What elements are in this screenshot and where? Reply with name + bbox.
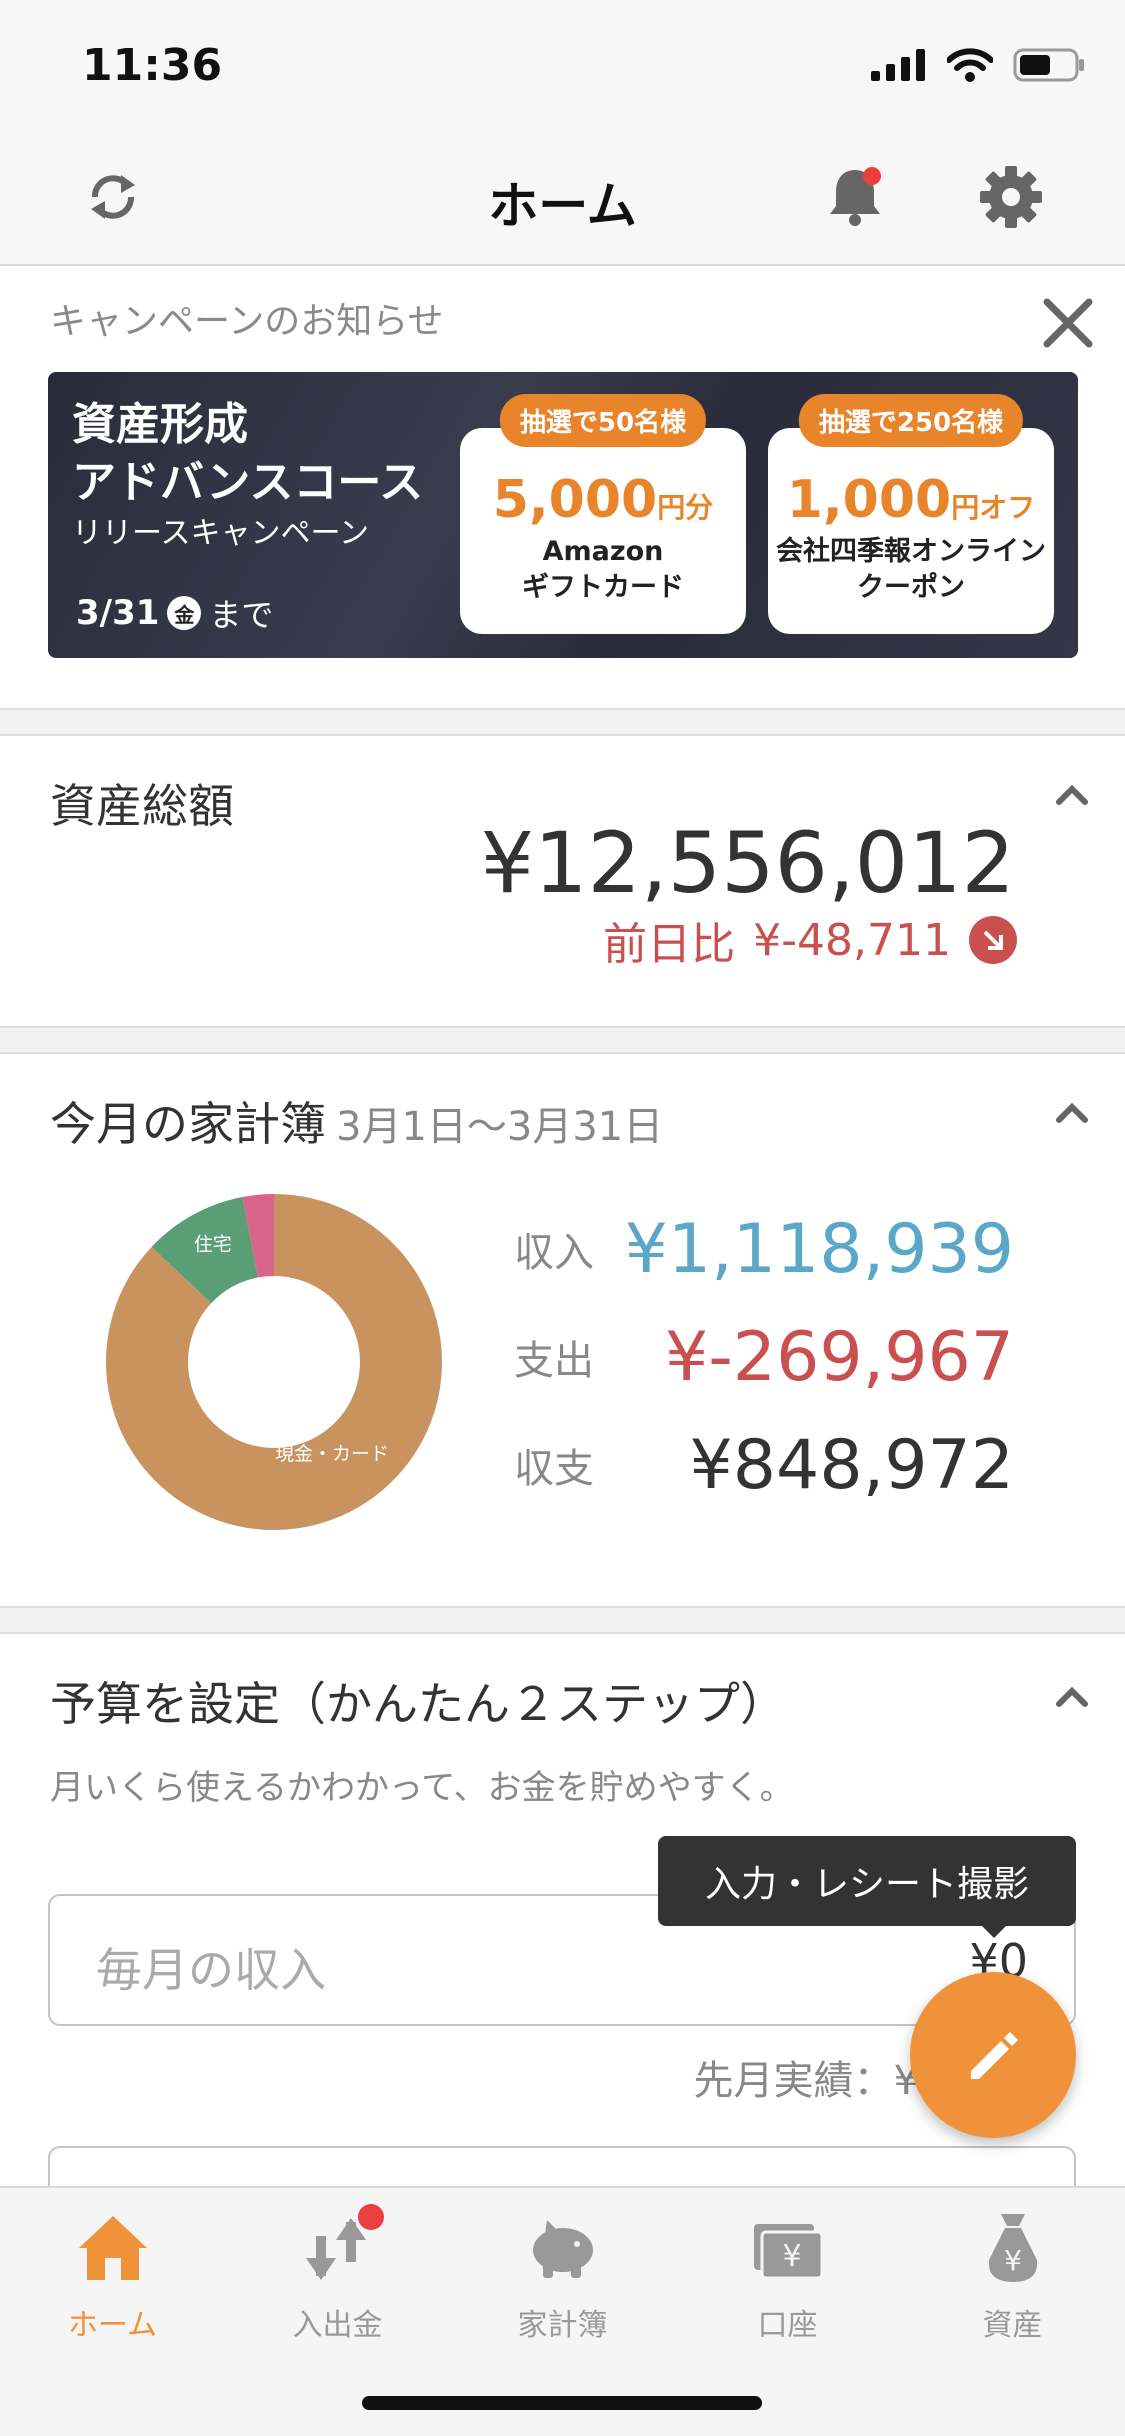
home-indicator (362, 2396, 762, 2410)
prize-amount: 5,000円分 (492, 470, 714, 530)
battery-icon (1013, 48, 1084, 82)
notification-button[interactable] (810, 152, 900, 242)
close-icon (1043, 298, 1093, 348)
svg-text:¥: ¥ (782, 2239, 801, 2274)
badge-dot (357, 2204, 384, 2230)
total-assets: ¥12,556,012 (480, 814, 1015, 912)
campaign-label: キャンペーンのお知らせ (50, 301, 444, 342)
tab-household[interactable]: 家計簿 (450, 2210, 675, 2350)
prize-tag: 抽選で250名様 (798, 394, 1024, 447)
tab-assets[interactable]: ¥ 資産 (900, 2210, 1125, 2350)
tab-home[interactable]: ホーム (0, 2210, 225, 2350)
budget-subtitle: 月いくら使えるかわかって、お金を貯めやすく。 (50, 1768, 794, 1808)
piggy-bank-icon (525, 2210, 601, 2286)
close-button[interactable] (1033, 288, 1103, 358)
banner-subtitle: リリースキャンペーン (72, 516, 369, 551)
header-bar: 11:36 ホーム (0, 0, 1125, 266)
summary-label: 収支 (514, 1446, 594, 1492)
prize-amount: 1,000円オフ (786, 470, 1036, 530)
tab-transactions[interactable]: 入出金 (225, 2204, 450, 2350)
prize-tag: 抽選で50名様 (499, 394, 707, 447)
gear-icon (980, 166, 1042, 228)
household-title: 今月の家計簿 3月1日〜3月31日 (50, 1097, 664, 1151)
assets-title: 資産総額 (50, 779, 234, 833)
page-title: ホーム (488, 177, 637, 235)
status-icons (871, 48, 1085, 82)
tab-accounts[interactable]: ¥ 口座 (675, 2210, 900, 2350)
settings-button[interactable] (966, 152, 1056, 242)
weekday-badge: 金 (167, 596, 202, 630)
chevron-up-icon (1056, 1686, 1088, 1707)
account-icon: ¥ (750, 2210, 826, 2286)
add-entry-fab[interactable] (910, 1972, 1076, 2138)
bell-icon (830, 167, 881, 226)
chevron-up-icon (1056, 1102, 1088, 1123)
collapse-button[interactable] (1047, 1088, 1097, 1138)
summary-row: 支出 ¥-269,967 (514, 1312, 1014, 1402)
assets-card: 資産総額 ¥12,556,012 前日比 ¥-48,711 (0, 734, 1125, 1028)
status-time: 11:36 (82, 40, 223, 91)
budget-title: 予算を設定（かんたん２ステップ） (50, 1677, 786, 1731)
banner-title: 資産形成 アドバンスコース (72, 399, 424, 508)
income-placeholder: 毎月の収入 (96, 1943, 326, 1997)
household-card: 今月の家計簿 3月1日〜3月31日 現金・カード 住宅 収入 ¥1,118,939 支出… (0, 1052, 1125, 1608)
chevron-up-icon (1056, 784, 1088, 805)
arrow-down-right-icon (969, 916, 1017, 964)
household-donut-chart[interactable]: 現金・カード 住宅 (104, 1192, 444, 1532)
campaign-card: キャンペーンのお知らせ 資産形成 アドバンスコース リリースキャンペーン 3/3… (0, 266, 1125, 710)
summary-label: 支出 (514, 1338, 594, 1384)
prize-desc: Amazon ギフトカード (522, 536, 684, 603)
summary-value: ¥-269,967 (665, 1317, 1014, 1397)
daily-diff: 前日比 ¥-48,711 (603, 908, 1017, 972)
home-icon (75, 2210, 151, 2286)
banner-date: 3/31 金 まで (76, 593, 274, 634)
signal-icon (871, 49, 925, 81)
donut-label-0: 現金・カード (275, 1443, 389, 1465)
household-period: 3月1日〜3月31日 (336, 1104, 664, 1150)
prize-card-amazon: 抽選で50名様 5,000円分 Amazon ギフトカード (460, 394, 746, 634)
collapse-button[interactable] (1047, 1672, 1097, 1722)
summary-value: ¥848,972 (689, 1425, 1014, 1505)
campaign-banner[interactable]: 資産形成 アドバンスコース リリースキャンペーン 3/31 金 まで 抽選で50… (48, 372, 1078, 658)
wifi-icon (947, 48, 993, 82)
last-month-actual: 先月実績：¥ (693, 2058, 919, 2104)
prize-desc: 会社四季報オンライン クーポン (776, 536, 1046, 603)
prize-card-shikiho: 抽選で250名様 1,000円オフ 会社四季報オンライン クーポン (768, 394, 1054, 634)
svg-text:¥: ¥ (1004, 2244, 1022, 2277)
tooltip-arrow (980, 1924, 1008, 1938)
collapse-button[interactable] (1047, 770, 1097, 820)
money-bag-icon: ¥ (975, 2210, 1051, 2286)
summary-row: 収入 ¥1,118,939 (514, 1204, 1014, 1294)
entry-tooltip: 入力・レシート撮影 (658, 1836, 1076, 1926)
donut-label-1: 住宅 (194, 1234, 232, 1256)
transfer-icon (300, 2204, 384, 2286)
summary-row: 収支 ¥848,972 (514, 1420, 1014, 1510)
pencil-icon (971, 2032, 1018, 2079)
summary-label: 収入 (514, 1230, 594, 1276)
summary-value: ¥1,118,939 (624, 1209, 1014, 1289)
